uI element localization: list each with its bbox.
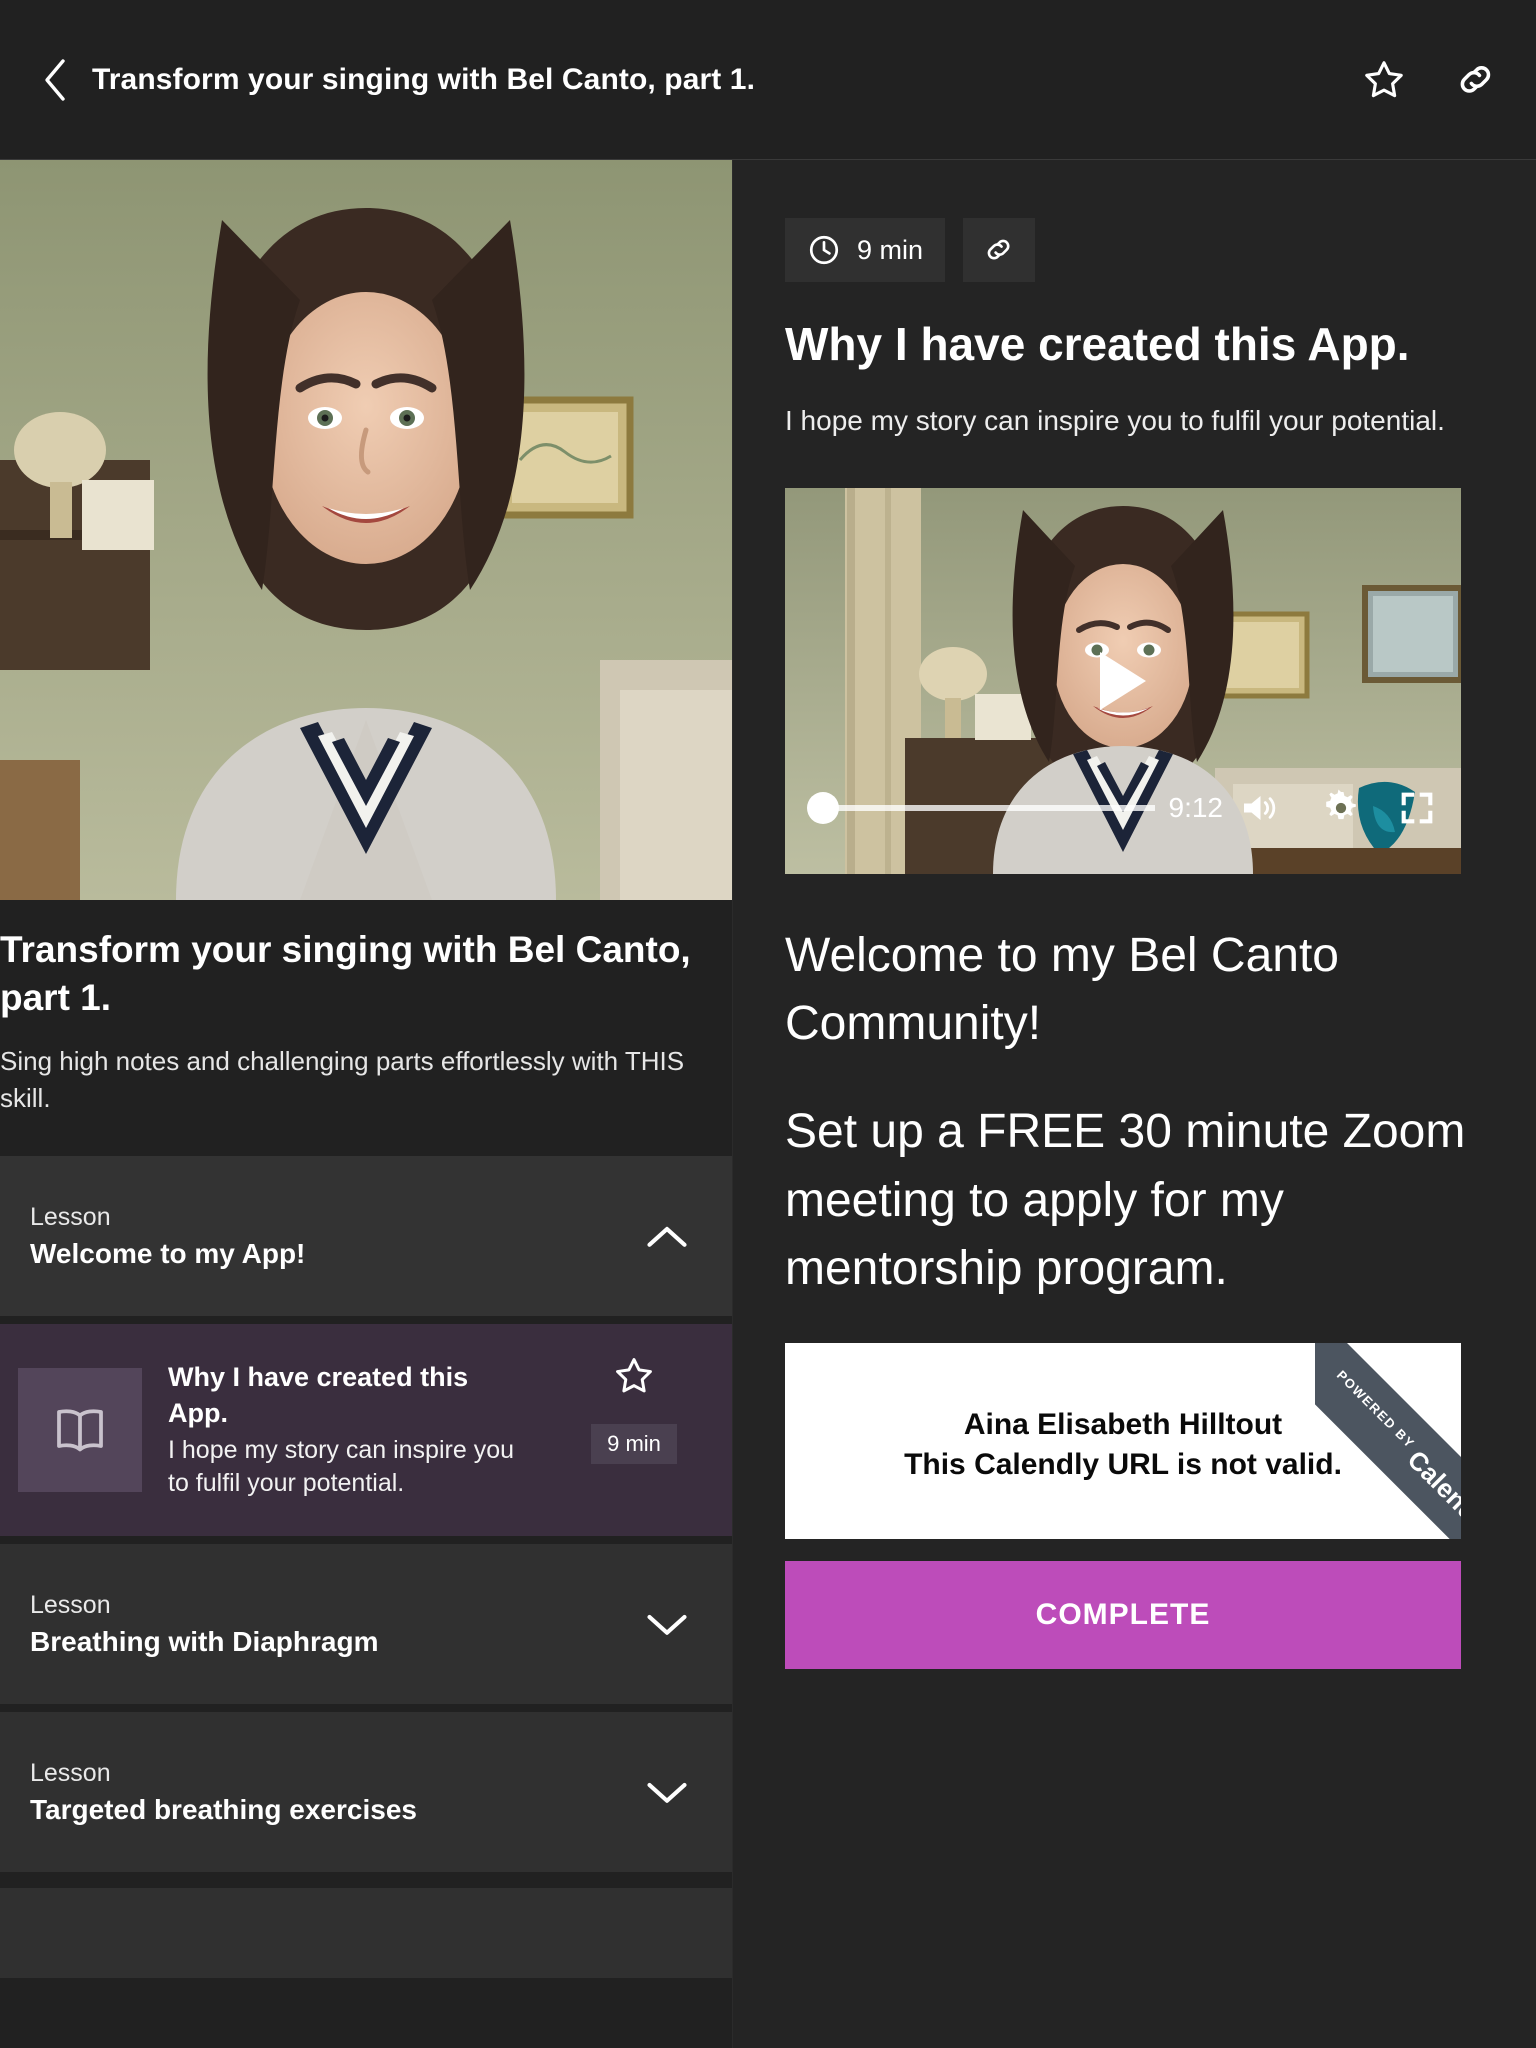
lesson-title: Why I have created this App.: [785, 318, 1410, 370]
calendly-embed[interactable]: Aina Elisabeth Hilltout This Calendly UR…: [785, 1342, 1461, 1539]
lesson-section-name: Targeted breathing exercises: [30, 1793, 417, 1825]
hero-illustration: [0, 160, 732, 900]
left-pane: Transform your singing with Bel Canto, p…: [0, 160, 733, 2048]
lesson-section-breathing-with-diaphragm[interactable]: Lesson Breathing with Diaphragm: [0, 1544, 732, 1705]
calendly-owner-name: Aina Elisabeth Hilltout: [963, 1407, 1283, 1441]
chevron-down-icon: [647, 1615, 687, 1636]
content-split: Transform your singing with Bel Canto, p…: [0, 160, 1536, 2048]
calendly-error: This Calendly URL is not valid.: [904, 1448, 1342, 1482]
lesson-kicker: Lesson: [30, 1758, 111, 1787]
expand-toggle[interactable]: [644, 1769, 690, 1815]
lesson-kicker: Lesson: [30, 1590, 111, 1619]
right-pane: 9 min Why I have created this App. I hop…: [733, 160, 1536, 2048]
lesson-section-meta: Lesson Welcome to my App!: [30, 1203, 644, 1270]
link-icon: [1460, 65, 1491, 93]
lesson-duration-badge: 9 min: [591, 1424, 677, 1465]
lesson-thumbnail: [18, 1368, 142, 1493]
calendly-message: Aina Elisabeth Hilltout This Calendly UR…: [785, 1405, 1461, 1486]
video-player[interactable]: 9:12: [785, 488, 1461, 875]
lesson-kicker: Lesson: [30, 1202, 111, 1231]
course-hero-image: [0, 160, 732, 900]
back-button[interactable]: [30, 56, 78, 104]
collapse-toggle[interactable]: [644, 1213, 690, 1259]
chevron-down-icon: [647, 1783, 687, 1804]
settings-button[interactable]: [1319, 786, 1363, 830]
lesson-section-next-partial[interactable]: [0, 1888, 732, 1979]
complete-button[interactable]: COMPLETE: [785, 1560, 1461, 1669]
lesson-item-description: I hope my story can inspire you to fulfi…: [168, 1435, 514, 1498]
lesson-section-name: Breathing with Diaphragm: [30, 1625, 379, 1657]
open-book-icon: [57, 1409, 103, 1452]
top-bar: Transform your singing with Bel Canto, p…: [0, 0, 1536, 160]
left-body: Transform your singing with Bel Canto, p…: [0, 900, 732, 1979]
progress-track: [825, 805, 1155, 812]
player-controls: 9:12: [785, 786, 1461, 830]
gear-icon: [1326, 789, 1356, 820]
play-icon[interactable]: [1100, 652, 1146, 711]
app-root: Transform your singing with Bel Canto, p…: [0, 0, 1536, 2048]
duration-chip-label: 9 min: [857, 234, 924, 265]
progress-scrubber[interactable]: [807, 792, 1155, 825]
lesson-chips: 9 min: [785, 218, 1484, 282]
course-subtitle: Sing high notes and challenging parts ef…: [0, 1046, 685, 1113]
body-paragraph-1: Welcome to my Bel Canto Community!: [785, 929, 1339, 1051]
star-outline-icon: [1365, 60, 1403, 97]
chevron-left-icon: [45, 58, 65, 101]
favorite-button[interactable]: [1358, 54, 1410, 106]
lesson-item-title: Why I have created this App.: [168, 1362, 469, 1428]
lesson-body-content: Welcome to my Bel Canto Community! Set u…: [785, 922, 1484, 1303]
fullscreen-button[interactable]: [1395, 786, 1439, 830]
lesson-list: Lesson Welcome to my App! Why I have cre…: [0, 1156, 732, 1979]
star-outline-icon: [616, 1358, 652, 1393]
body-paragraph-2: Set up a FREE 30 minute Zoom meeting to …: [785, 1105, 1466, 1295]
expand-toggle[interactable]: [644, 1601, 690, 1647]
top-bar-actions: [1358, 54, 1502, 106]
lesson-subtitle: I hope my story can inspire you to fulfi…: [785, 404, 1445, 436]
player-time: 9:12: [1168, 792, 1224, 824]
chevron-up-icon: [647, 1227, 687, 1248]
fullscreen-icon: [1401, 792, 1433, 824]
page-title: Transform your singing with Bel Canto, p…: [92, 62, 756, 96]
lesson-favorite-button[interactable]: [612, 1355, 656, 1402]
lesson-section-meta: Lesson Targeted breathing exercises: [30, 1759, 644, 1826]
link-icon: [987, 239, 1010, 260]
clock-icon: [809, 235, 839, 265]
lesson-section-targeted-breathing-exercises[interactable]: Lesson Targeted breathing exercises: [0, 1712, 732, 1873]
duration-chip: 9 min: [785, 218, 946, 282]
course-title: Transform your singing with Bel Canto, p…: [0, 929, 691, 1018]
volume-button[interactable]: [1237, 786, 1281, 830]
lesson-section-welcome[interactable]: Lesson Welcome to my App!: [0, 1156, 732, 1317]
volume-icon: [1244, 796, 1276, 821]
lesson-item-why-i-created-this-app[interactable]: Why I have created this App. I hope my s…: [0, 1324, 732, 1537]
share-link-button[interactable]: [1450, 54, 1502, 106]
lesson-section-meta: Lesson Breathing with Diaphragm: [30, 1591, 644, 1658]
lesson-section-name: Welcome to my App!: [30, 1237, 306, 1269]
lesson-item-text: Why I have created this App. I hope my s…: [168, 1360, 548, 1500]
share-chip[interactable]: [963, 218, 1036, 282]
lesson-item-actions: 9 min: [574, 1355, 694, 1505]
progress-knob[interactable]: [807, 792, 839, 825]
